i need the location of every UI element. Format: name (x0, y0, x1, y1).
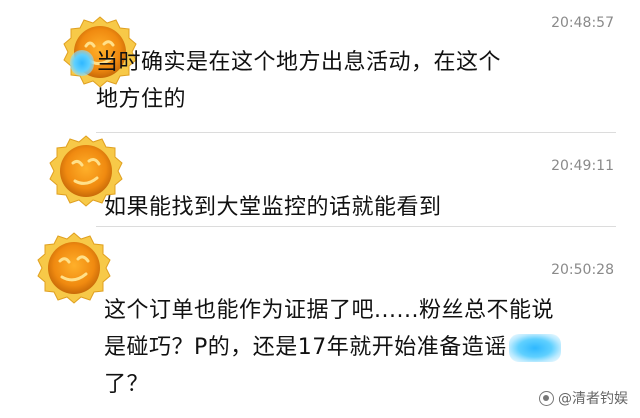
redaction-blur (508, 334, 561, 362)
message-text-line: 地方住的 (96, 87, 187, 112)
message-text: 如果能找到大堂监控的话就能看到 (104, 189, 624, 226)
message-timestamp: 20:48:57 (551, 15, 614, 31)
watermark: @清者钓娱 (539, 388, 628, 408)
message-text: 这个订单也能作为证据了吧......粉丝总不能说 是碰巧？P的，还是17年就开始… (104, 292, 624, 403)
camera-logo-icon (539, 390, 554, 406)
redaction-blur (70, 50, 94, 76)
watermark-text: @清者钓娱 (558, 391, 628, 407)
message-text-line: 这个订单也能作为证据了吧......粉丝总不能说 (104, 298, 554, 323)
message-text-line: 如果能找到大堂监控的话就能看到 (104, 195, 442, 220)
chat-log: 20:48:57 当时确实是在这个地方出息活动，在这个 地方住的 20:49:1… (0, 0, 640, 418)
chat-message: 20:49:11 如果能找到大堂监控的话就能看到 (0, 133, 640, 223)
chat-message: 20:48:57 当时确实是在这个地方出息活动，在这个 地方住的 (0, 0, 640, 130)
message-timestamp: 20:50:28 (551, 262, 614, 278)
message-text: 当时确实是在这个地方出息活动，在这个 地方住的 (70, 44, 616, 118)
message-text-line: 了？ (104, 372, 150, 397)
message-timestamp: 20:49:11 (551, 158, 614, 174)
orange-cookie-avatar-icon[interactable] (36, 230, 112, 306)
message-text-line: 是碰巧？P的，还是17年就开始准备造谣 (104, 335, 507, 360)
message-text-line: 当时确实是在这个地方出息活动，在这个 (96, 50, 502, 75)
